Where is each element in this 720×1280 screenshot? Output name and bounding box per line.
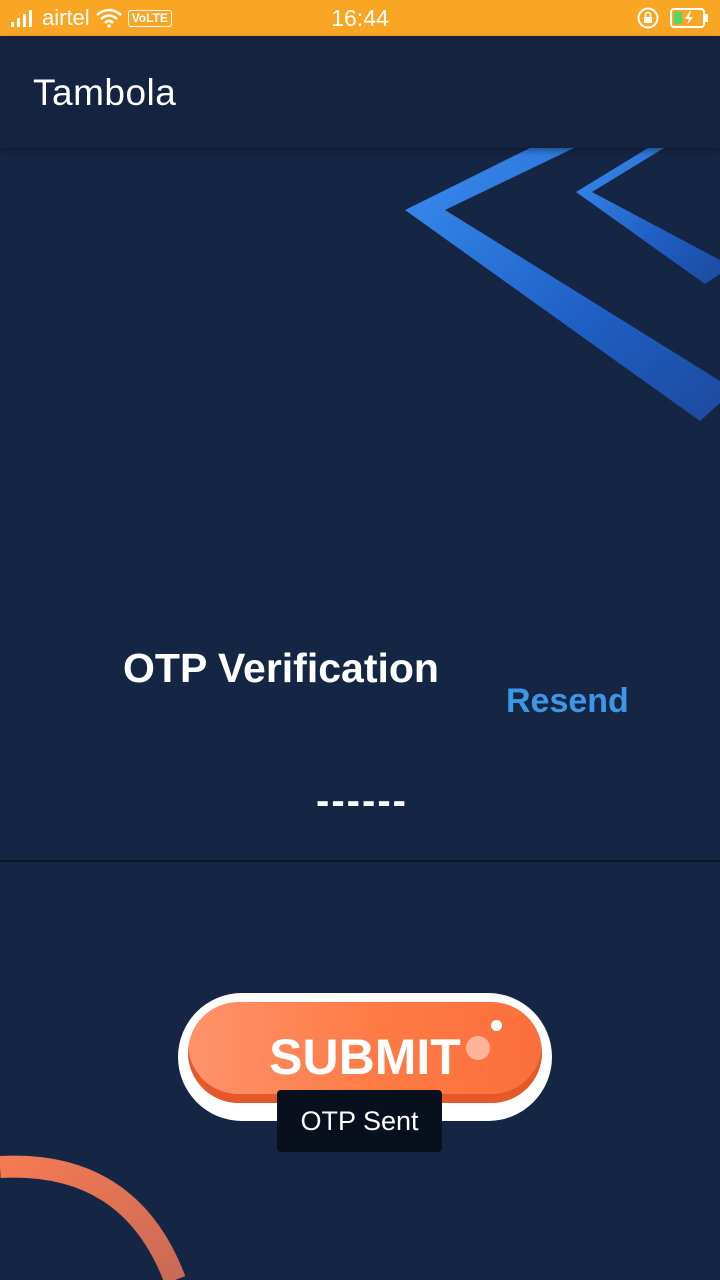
decorative-arc bbox=[0, 1155, 186, 1280]
diamond-large bbox=[405, 148, 720, 421]
decorative-diamonds bbox=[405, 148, 720, 421]
diamond-small bbox=[576, 148, 720, 284]
status-right bbox=[636, 0, 710, 36]
divider bbox=[0, 860, 720, 862]
decorative-dot-small bbox=[491, 1020, 502, 1031]
otp-title: OTP Verification bbox=[123, 645, 439, 691]
app-bar: Tambola bbox=[0, 36, 720, 148]
status-time: 16:44 bbox=[331, 4, 389, 31]
resend-link[interactable]: Resend bbox=[506, 682, 629, 721]
app-title: Tambola bbox=[33, 72, 177, 113]
decorative-dot bbox=[466, 1036, 490, 1060]
otp-input[interactable] bbox=[160, 770, 564, 832]
battery-charging-icon bbox=[670, 8, 708, 28]
submit-label: SUBMIT bbox=[269, 1029, 461, 1085]
rotation-lock-icon bbox=[637, 7, 659, 29]
toast-message: OTP Sent bbox=[277, 1090, 442, 1152]
submit-button-face: SUBMIT bbox=[188, 1002, 542, 1103]
otp-screen: airtel VoLTE 16:44 Tambola OTP Verificat… bbox=[0, 0, 720, 1280]
status-bar: airtel VoLTE 16:44 bbox=[0, 0, 720, 36]
